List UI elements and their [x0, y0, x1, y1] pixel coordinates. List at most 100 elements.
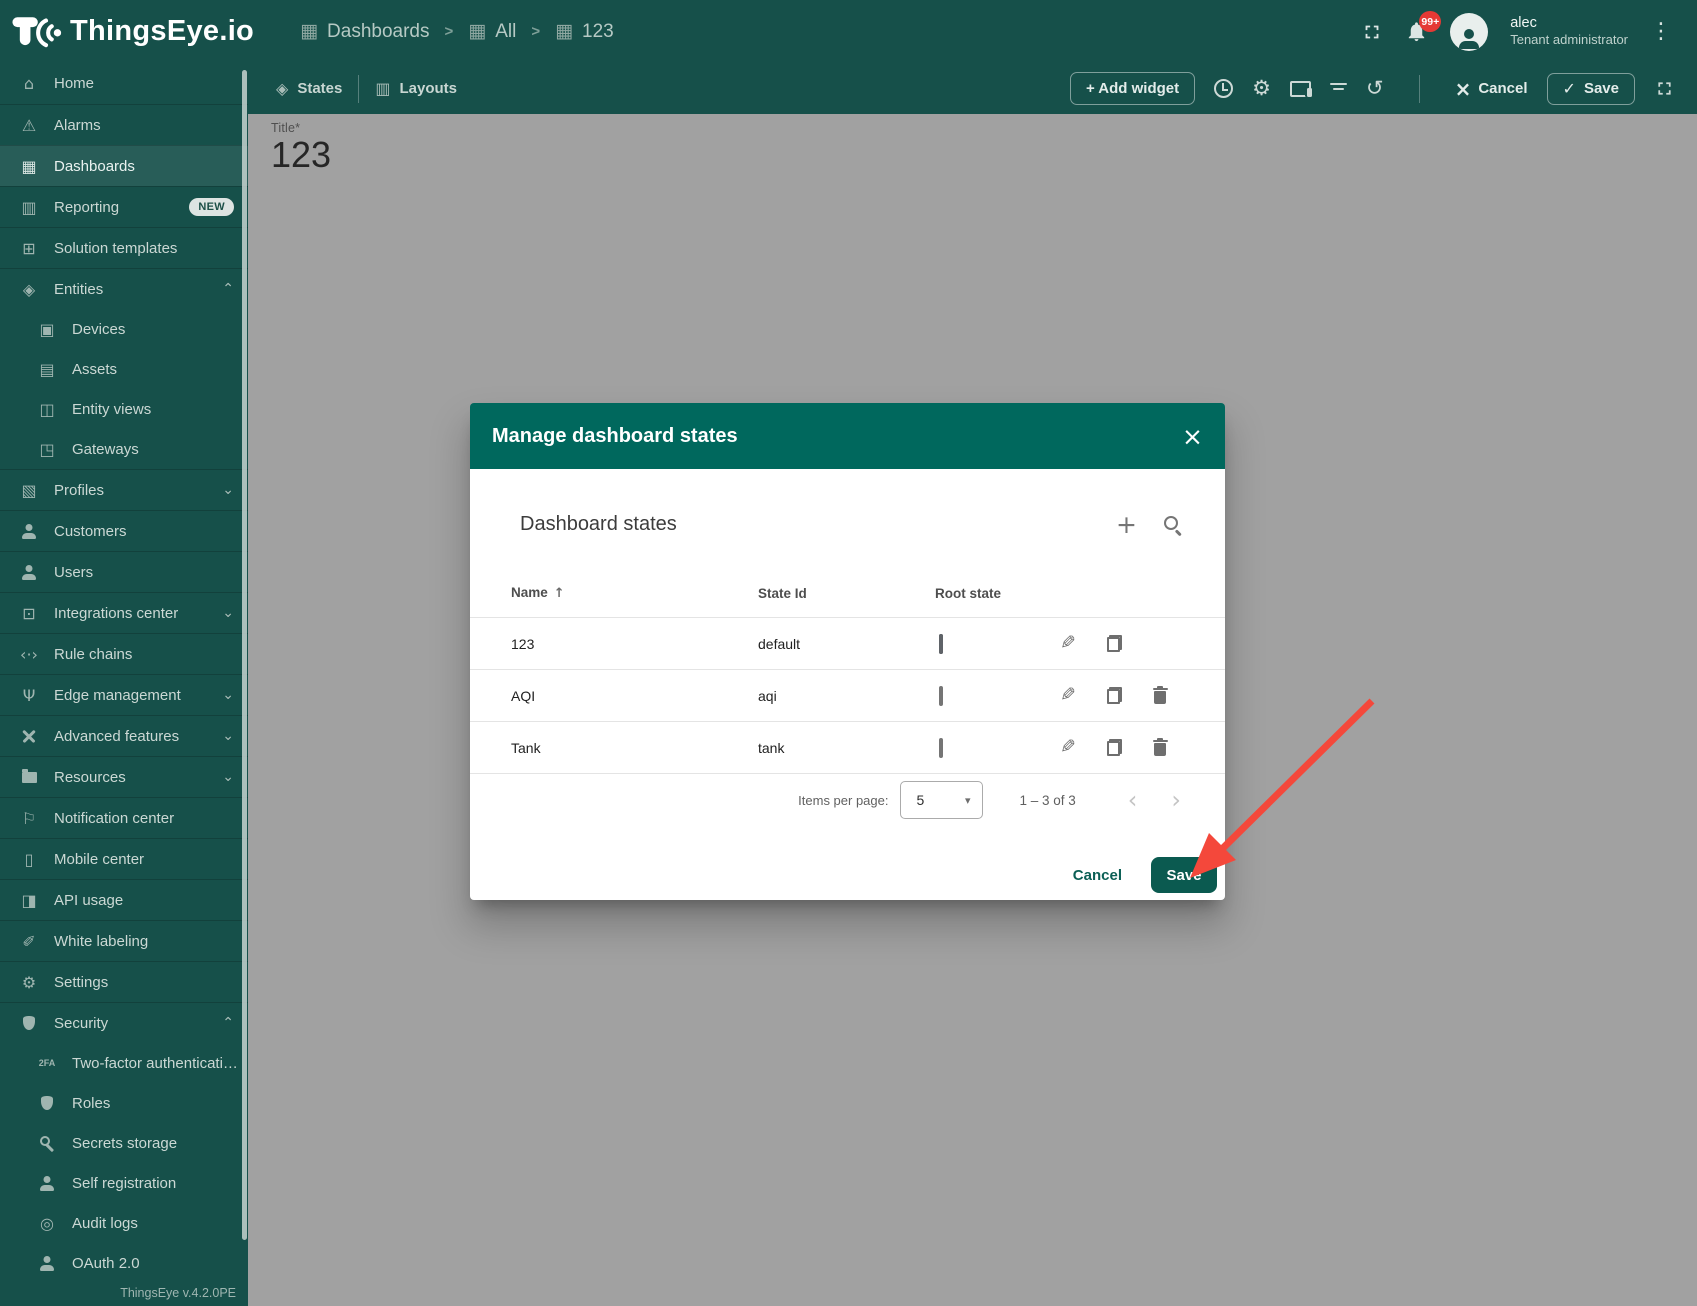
toolbar-cancel-button[interactable]: × Cancel	[1455, 79, 1528, 99]
sidebar-item-devices[interactable]: ▣Devices	[0, 309, 248, 349]
breadcrumb-dashboards[interactable]: ▦ Dashboards	[300, 21, 429, 43]
chevron-up-icon: ⌃	[222, 281, 234, 297]
search-icon[interactable]	[1163, 515, 1182, 534]
sidebar-item-white-labeling[interactable]: ✐White labeling	[0, 920, 248, 961]
fullscreen-icon[interactable]	[1361, 21, 1383, 43]
duplicate-state-button[interactable]	[1091, 635, 1137, 652]
sidebar-item-label: Home	[54, 75, 94, 92]
sidebar-item-home[interactable]: ⌂Home	[0, 63, 248, 104]
delete-state-button[interactable]	[1137, 739, 1183, 756]
edit-state-button[interactable]: ✎	[1045, 686, 1091, 705]
sidebar-item-assets[interactable]: ▤Assets	[0, 349, 248, 389]
dashboards-icon: ▦	[18, 157, 40, 176]
add-widget-button[interactable]: + Add widget	[1070, 72, 1195, 105]
roles-icon	[36, 1096, 58, 1110]
sidebar-item-resources[interactable]: Resources⌄	[0, 756, 248, 797]
title-field-label: Title*	[271, 121, 331, 135]
sidebar-item-notification-center[interactable]: ⚐Notification center	[0, 797, 248, 838]
copy-icon	[1107, 739, 1122, 756]
sidebar-item-gateways[interactable]: ◳Gateways	[0, 429, 248, 469]
sidebar-item-label: Edge management	[54, 687, 181, 704]
sidebar-item-label: Integrations center	[54, 605, 178, 622]
sidebar-item-advanced-features[interactable]: Advanced features⌄	[0, 715, 248, 756]
kebab-menu-icon[interactable]: ⋮	[1650, 21, 1672, 43]
root-state-checkbox[interactable]	[939, 634, 943, 654]
dialog-save-button[interactable]: Save	[1151, 857, 1217, 893]
fullscreen-icon[interactable]	[1654, 78, 1675, 99]
user-menu[interactable]: alec Tenant administrator	[1510, 14, 1628, 48]
edit-state-button[interactable]: ✎	[1045, 634, 1091, 653]
sidebar-item-security[interactable]: Security⌃	[0, 1002, 248, 1043]
sidebar-item-audit-logs[interactable]: ◎Audit logs	[0, 1203, 248, 1243]
resources-icon	[18, 772, 40, 783]
breadcrumb-all[interactable]: ▦ All	[468, 21, 516, 43]
rule-chains-icon: ‹·›	[18, 645, 40, 664]
api-usage-icon: ◨	[18, 891, 40, 910]
entities-icon: ◈	[18, 280, 40, 299]
sidebar-item-entities[interactable]: ◈Entities⌃	[0, 268, 248, 309]
states-table: Name↑ State Id Root state 123default✎AQI…	[470, 569, 1225, 774]
app-logo[interactable]: ThingsEye.io	[10, 11, 254, 53]
add-state-button[interactable]: +	[1116, 512, 1137, 537]
sidebar-item-oauth-2-0[interactable]: OAuth 2.0	[0, 1243, 248, 1283]
sidebar-item-users[interactable]: Users	[0, 551, 248, 592]
sidebar-item-api-usage[interactable]: ◨API usage	[0, 879, 248, 920]
sidebar-item-secrets-storage[interactable]: Secrets storage	[0, 1123, 248, 1163]
version-history-icon[interactable]: ↺	[1366, 78, 1384, 99]
dialog-body: Dashboard states + Name↑ State Id Root s…	[470, 469, 1225, 900]
root-state-checkbox[interactable]	[939, 738, 943, 758]
dialog-header: Manage dashboard states ×	[470, 403, 1225, 469]
profiles-icon: ▧	[18, 481, 40, 500]
sidebar-item-label: Two-factor authenticati…	[72, 1055, 238, 1072]
sidebar-item-dashboards[interactable]: ▦Dashboards	[0, 145, 248, 186]
states-button[interactable]: ◈ States	[276, 80, 342, 97]
sidebar-item-label: Mobile center	[54, 851, 144, 868]
sidebar-item-mobile-center[interactable]: ▯Mobile center	[0, 838, 248, 879]
root-state-checkbox[interactable]	[939, 686, 943, 706]
dialog-cancel-button[interactable]: Cancel	[1056, 857, 1139, 893]
items-per-page-select[interactable]: 5 ▾	[900, 781, 983, 819]
dialog-close-icon[interactable]: ×	[1182, 422, 1203, 451]
notifications-bell-icon[interactable]: 99+	[1405, 20, 1428, 43]
breadcrumb-123[interactable]: ▦ 123	[555, 21, 614, 43]
previous-page-button[interactable]: ‹	[1128, 788, 1138, 812]
pencil-icon: ✎	[1060, 686, 1076, 705]
trash-icon	[1154, 691, 1166, 704]
sidebar-item-customers[interactable]: Customers	[0, 510, 248, 551]
sidebar-item-alarms[interactable]: ⚠Alarms	[0, 104, 248, 145]
dialog-title: Manage dashboard states	[492, 425, 738, 448]
time-window-icon[interactable]	[1214, 79, 1233, 98]
sidebar-item-roles[interactable]: Roles	[0, 1083, 248, 1123]
sidebar-item-solution-templates[interactable]: ⊞Solution templates	[0, 227, 248, 268]
entity-aliases-devices-icon[interactable]	[1290, 81, 1311, 97]
sidebar-item-integrations-center[interactable]: ⊡Integrations center⌄	[0, 592, 248, 633]
sidebar-item-two-factor-authenticati[interactable]: 2FATwo-factor authenticati…	[0, 1043, 248, 1083]
sidebar-item-label: Resources	[54, 769, 126, 786]
sidebar-item-entity-views[interactable]: ◫Entity views	[0, 389, 248, 429]
sidebar-item-self-registration[interactable]: Self registration	[0, 1163, 248, 1203]
sidebar-item-edge-management[interactable]: ΨEdge management⌄	[0, 674, 248, 715]
duplicate-state-button[interactable]	[1091, 687, 1137, 704]
delete-state-button[interactable]	[1137, 687, 1183, 704]
column-header-name[interactable]: Name↑	[511, 585, 758, 601]
edge-management-icon: Ψ	[18, 686, 40, 705]
breadcrumb-separator: >	[531, 23, 540, 40]
reporting-icon: ▥	[18, 198, 40, 217]
dashboard-grid-icon: ▦	[555, 22, 573, 41]
sidebar-item-rule-chains[interactable]: ‹·›Rule chains	[0, 633, 248, 674]
filter-icon[interactable]	[1330, 82, 1347, 95]
oauth-icon	[36, 1256, 58, 1271]
sidebar-scrollbar[interactable]	[242, 70, 247, 1240]
sidebar-item-label: Advanced features	[54, 728, 179, 745]
sidebar-item-profiles[interactable]: ▧Profiles⌄	[0, 469, 248, 510]
next-page-button[interactable]: ›	[1171, 788, 1181, 812]
toolbar-save-button[interactable]: ✓ Save	[1547, 73, 1635, 105]
sidebar-item-label: Settings	[54, 974, 108, 991]
user-avatar[interactable]	[1450, 13, 1488, 51]
sidebar-item-reporting[interactable]: ▥ReportingNEW	[0, 186, 248, 227]
edit-state-button[interactable]: ✎	[1045, 738, 1091, 757]
sidebar-item-settings[interactable]: ⚙Settings	[0, 961, 248, 1002]
layouts-button[interactable]: ▥ Layouts	[375, 80, 457, 97]
dashboard-settings-gear-icon[interactable]: ⚙	[1252, 78, 1271, 99]
duplicate-state-button[interactable]	[1091, 739, 1137, 756]
